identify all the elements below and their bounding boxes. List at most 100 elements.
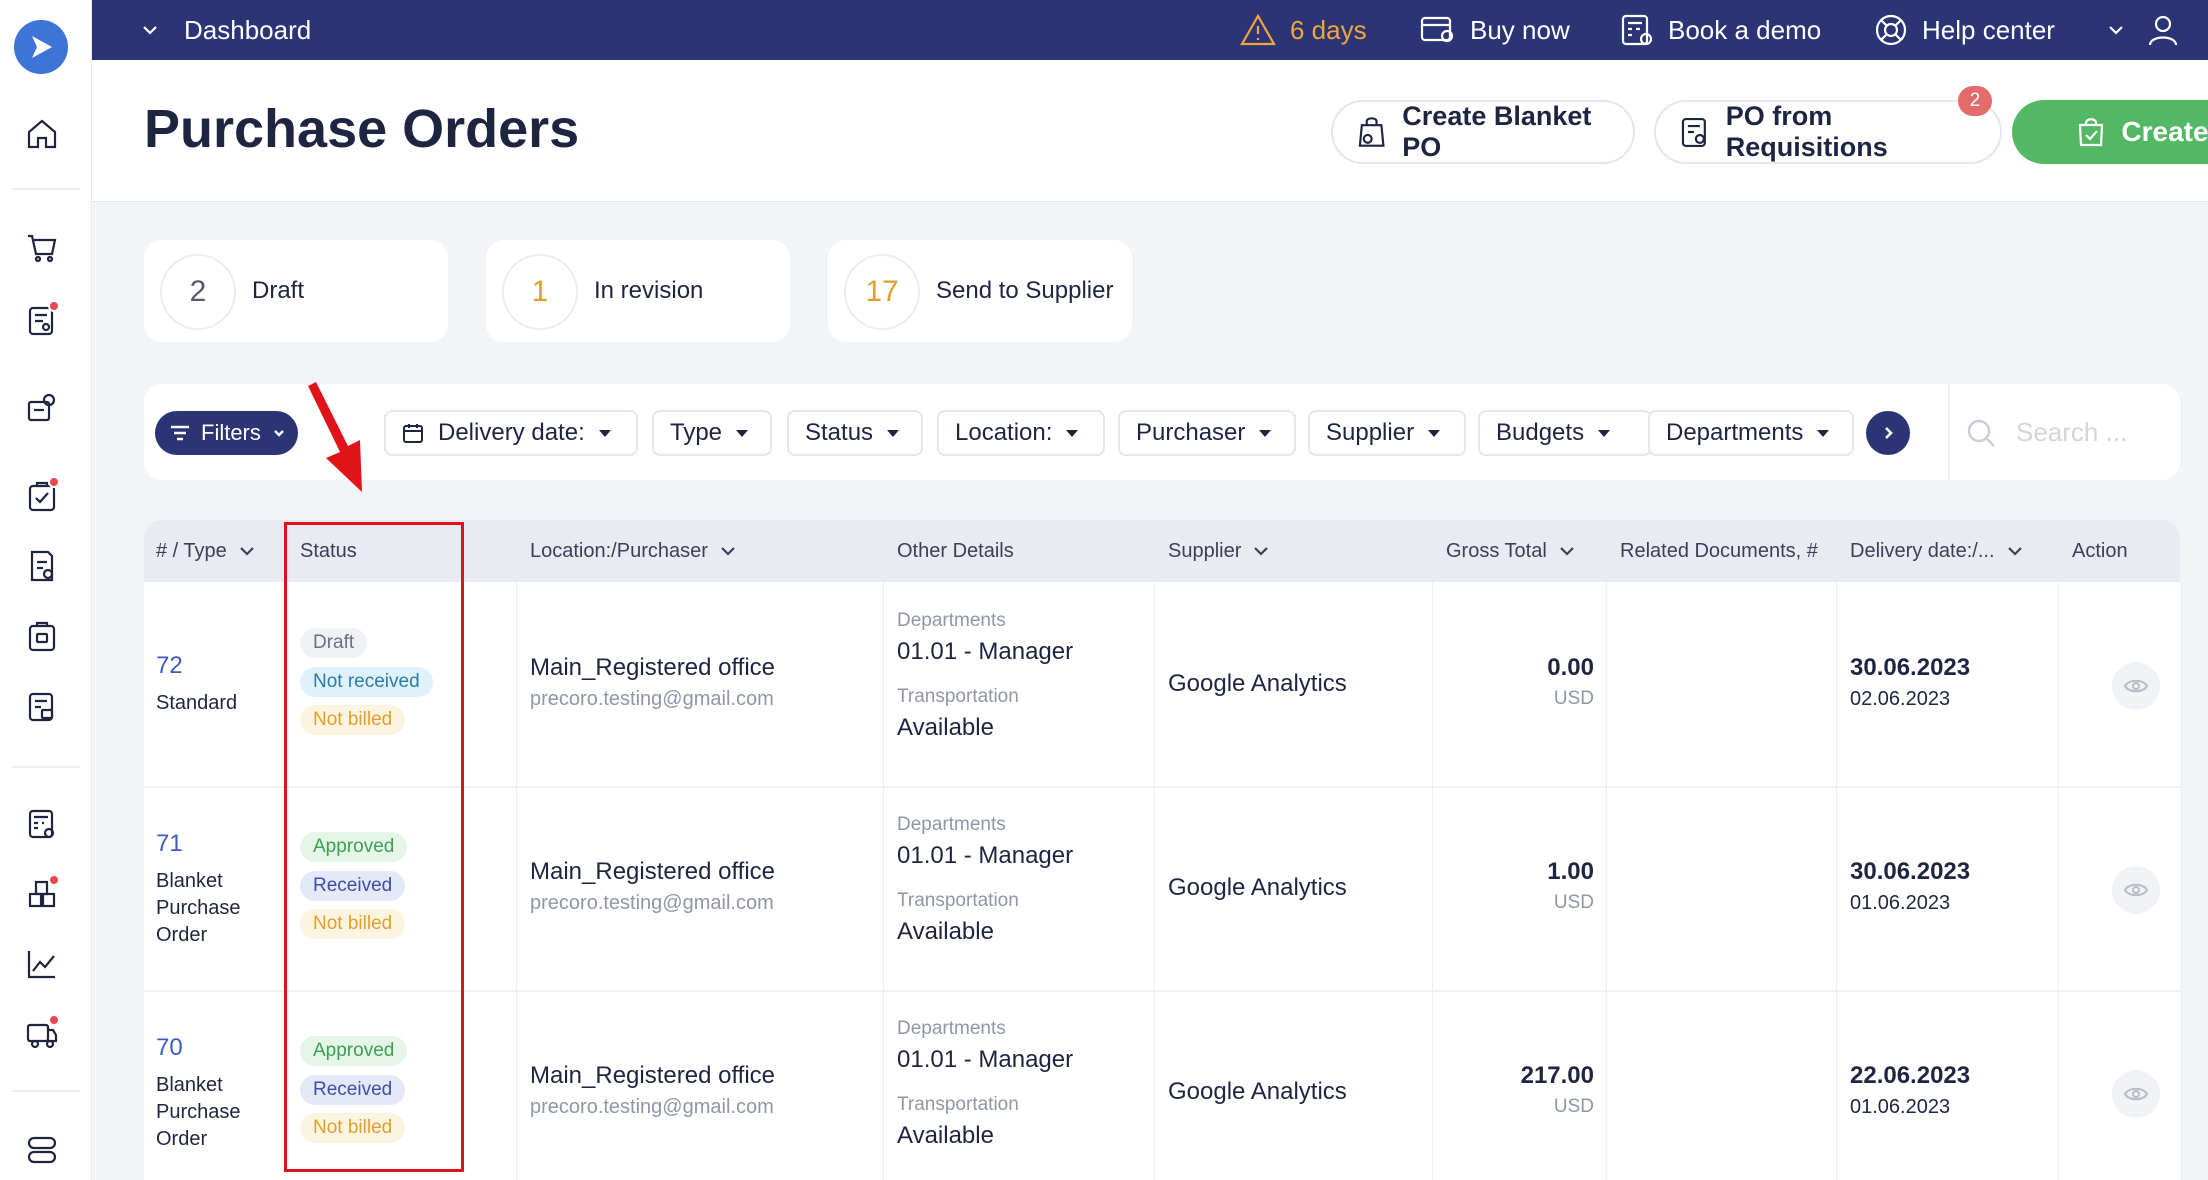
filter-type[interactable]: Type bbox=[652, 410, 772, 456]
create-label: Create bbox=[2121, 116, 2208, 147]
wallet-icon bbox=[1420, 16, 1454, 43]
transportation-label: Transportation bbox=[897, 890, 1019, 911]
book-demo-label: Book a demo bbox=[1668, 14, 1822, 45]
po-type: Blanket Purchase Order bbox=[156, 1072, 241, 1153]
delivery-date: 30.06.2023 bbox=[1850, 858, 1971, 885]
po-from-requisitions-label: PO from Requisitions bbox=[1725, 101, 1888, 162]
po-type-line: Purchase bbox=[156, 897, 241, 919]
filters-button[interactable]: Filters bbox=[155, 411, 298, 455]
chevron-down-icon bbox=[2109, 26, 2123, 35]
dashboard-menu[interactable]: Dashboard bbox=[140, 0, 311, 60]
filter-budgets[interactable]: Budgets bbox=[1478, 410, 1652, 456]
po-from-requisitions-button[interactable]: PO from Requisitions bbox=[1654, 100, 2002, 164]
view-button[interactable] bbox=[2112, 662, 2160, 710]
lifebuoy-icon bbox=[1875, 14, 1907, 46]
cart-icon[interactable] bbox=[22, 228, 62, 268]
po-type-line: Blanket bbox=[156, 870, 223, 892]
filter-purchaser[interactable]: Purchaser bbox=[1118, 410, 1296, 456]
purchaser-email: precoro.testing@gmail.com bbox=[530, 688, 774, 710]
filter-location[interactable]: Location: bbox=[937, 410, 1105, 456]
user-profile-button[interactable] bbox=[2146, 0, 2180, 60]
shopping-bag-icon bbox=[2079, 118, 2104, 147]
search-icon bbox=[1967, 419, 1995, 447]
search-input[interactable] bbox=[2016, 412, 2156, 452]
settings-toggle-icon[interactable] bbox=[22, 1130, 62, 1170]
departments-label: Departments bbox=[897, 814, 1006, 835]
view-button[interactable] bbox=[2112, 1070, 2160, 1118]
filters-label: Filters bbox=[201, 420, 261, 445]
departments-label: Departments bbox=[897, 1018, 1006, 1039]
po-type-line: Order bbox=[156, 924, 208, 946]
column-delivery-date[interactable]: Delivery date:/... bbox=[1850, 520, 2023, 582]
po-number-link[interactable]: 70 bbox=[156, 1034, 183, 1062]
requisitions-count-badge: 2 bbox=[1958, 86, 1992, 116]
po-number-link[interactable]: 72 bbox=[156, 652, 183, 680]
purchase-orders-icon[interactable] bbox=[22, 476, 62, 516]
dashboard-label: Dashboard bbox=[184, 14, 312, 45]
filter-departments[interactable]: Departments bbox=[1648, 410, 1854, 456]
chevron-down-icon bbox=[240, 547, 254, 556]
suppliers-icon[interactable] bbox=[22, 388, 62, 428]
in-revision-count: 1 bbox=[502, 254, 578, 330]
supplier-name: Google Analytics bbox=[1168, 874, 1347, 901]
invoices-icon[interactable] bbox=[22, 616, 62, 656]
column-supplier[interactable]: Supplier bbox=[1168, 520, 1269, 582]
create-button[interactable]: Create bbox=[2012, 100, 2208, 164]
column-related-documents-label: Related Documents, # bbox=[1620, 539, 1818, 562]
draft-count: 2 bbox=[160, 254, 236, 330]
filters-scroll-right-button[interactable] bbox=[1866, 411, 1910, 455]
summary-card-in-revision[interactable]: 1 In revision bbox=[486, 240, 790, 342]
top-navigation-bar: Dashboard 6 days Buy now Book a demo Hel… bbox=[92, 0, 2208, 60]
column-number-type[interactable]: # / Type bbox=[156, 520, 255, 582]
summary-card-draft[interactable]: 2 Draft bbox=[144, 240, 448, 342]
column-location-purchaser[interactable]: Location:/Purchaser bbox=[530, 520, 736, 582]
payments-icon[interactable] bbox=[22, 686, 62, 726]
po-type-line: Blanket bbox=[156, 1074, 223, 1096]
budgets-icon[interactable] bbox=[22, 804, 62, 844]
filter-supplier[interactable]: Supplier bbox=[1308, 410, 1466, 456]
help-center-link[interactable]: Help center bbox=[1874, 0, 2055, 60]
filter-delivery-date[interactable]: Delivery date: bbox=[384, 410, 638, 456]
gross-total: 217.00 bbox=[1520, 1062, 1594, 1089]
column-gross-total[interactable]: Gross Total bbox=[1446, 520, 1575, 582]
po-type: Standard bbox=[156, 690, 237, 717]
created-date: 01.06.2023 bbox=[1850, 1096, 1951, 1118]
requisitions-icon[interactable] bbox=[22, 300, 62, 340]
currency: USD bbox=[1553, 892, 1594, 913]
status-column-highlight bbox=[284, 522, 464, 1172]
column-gross-total-label: Gross Total bbox=[1446, 539, 1547, 562]
column-other-details-label: Other Details bbox=[897, 539, 1014, 562]
warning-icon bbox=[1240, 13, 1276, 46]
departments-value: 01.01 - Manager bbox=[897, 842, 1074, 869]
buy-now-link[interactable]: Buy now bbox=[1420, 0, 1570, 60]
delivery-icon[interactable] bbox=[22, 1014, 62, 1054]
summary-card-send-to-supplier[interactable]: 17 Send to Supplier bbox=[828, 240, 1132, 342]
create-blanket-po-button[interactable]: Create Blanket PO bbox=[1331, 100, 1635, 164]
view-button[interactable] bbox=[2112, 866, 2160, 914]
filter-purchaser-label: Purchaser bbox=[1136, 419, 1246, 446]
trial-days-label: 6 days bbox=[1290, 14, 1367, 45]
filter-status[interactable]: Status bbox=[787, 410, 923, 456]
trial-days-indicator[interactable]: 6 days bbox=[1240, 0, 1367, 60]
send-to-supplier-label: Send to Supplier bbox=[936, 277, 1114, 304]
delivery-date: 30.06.2023 bbox=[1850, 654, 1971, 681]
gross-total: 0.00 bbox=[1547, 654, 1594, 681]
currency: USD bbox=[1553, 688, 1594, 709]
receipts-icon[interactable] bbox=[22, 546, 62, 586]
po-number-link[interactable]: 71 bbox=[156, 830, 183, 858]
filter-supplier-label: Supplier bbox=[1326, 419, 1415, 446]
eye-icon bbox=[2123, 1087, 2149, 1101]
purchaser-email: precoro.testing@gmail.com bbox=[530, 892, 774, 914]
app-logo[interactable] bbox=[14, 20, 68, 74]
analytics-icon[interactable] bbox=[22, 944, 62, 984]
column-related-documents: Related Documents, # bbox=[1620, 520, 1818, 582]
inventory-icon[interactable] bbox=[22, 874, 62, 914]
home-icon[interactable] bbox=[22, 114, 62, 154]
filter-delivery-date-label: Delivery date: bbox=[438, 419, 585, 446]
column-supplier-label: Supplier bbox=[1168, 539, 1242, 562]
book-demo-link[interactable]: Book a demo bbox=[1620, 0, 1821, 60]
account-menu-toggle[interactable] bbox=[2106, 0, 2126, 60]
column-action: Action bbox=[2072, 520, 2128, 582]
departments-value: 01.01 - Manager bbox=[897, 638, 1074, 665]
create-blanket-po-label: Create Blanket PO bbox=[1402, 101, 1592, 162]
